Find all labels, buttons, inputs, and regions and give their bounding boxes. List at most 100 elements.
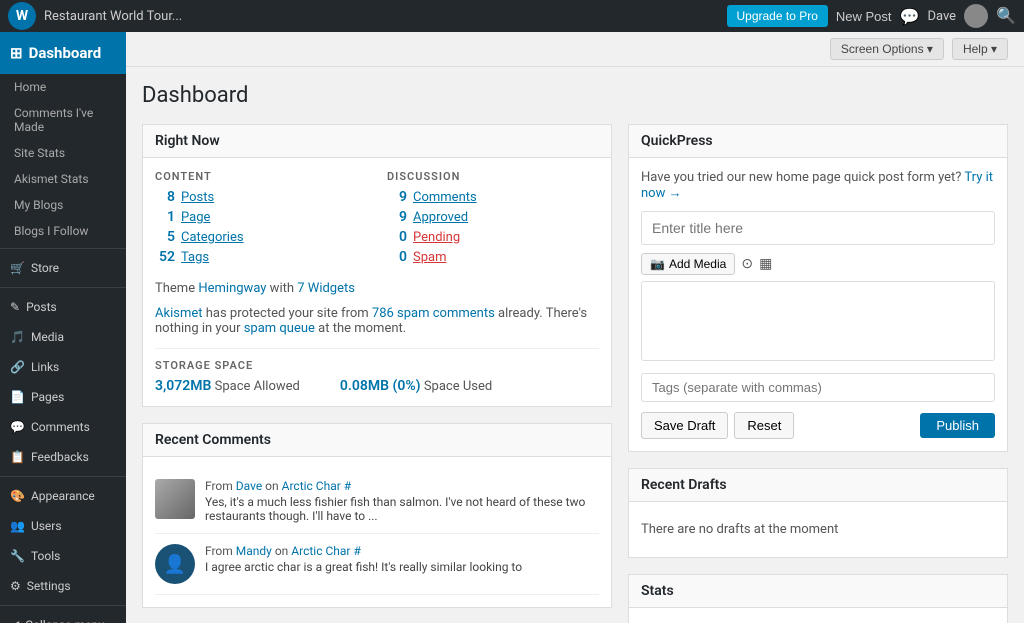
media-icon: 🎵 — [10, 330, 25, 344]
comments-link[interactable]: Comments — [413, 190, 477, 205]
sidebar-item-posts[interactable]: ✎ Posts — [0, 292, 126, 322]
recent-comments-header: Recent Comments — [143, 424, 611, 457]
tags-link[interactable]: Tags — [181, 250, 209, 265]
publish-button[interactable]: Publish — [920, 413, 995, 438]
stats-widget: Stats No stats are available for this ti… — [628, 574, 1008, 623]
quickpress-title-input[interactable] — [641, 211, 995, 245]
sidebar-item-appearance[interactable]: 🎨 Appearance — [0, 481, 126, 511]
sidebar-item-store[interactable]: 🛒 Store — [0, 253, 126, 283]
site-name: Restaurant World Tour... — [44, 9, 727, 24]
comments-icon: 💬 — [10, 420, 25, 434]
sidebar-item-comments-made[interactable]: Comments I've Made — [0, 100, 126, 140]
pending-link[interactable]: Pending — [413, 230, 460, 245]
tags-count: 52 — [155, 249, 175, 265]
categories-item: 5 Categories — [155, 229, 367, 245]
spam-item: 0 Spam — [387, 249, 599, 265]
new-post-button[interactable]: New Post — [836, 9, 892, 24]
layout: ⊞ Dashboard Home Comments I've Made Site… — [0, 32, 1024, 623]
sidebar-divider-4 — [0, 605, 126, 606]
sidebar-divider-3 — [0, 476, 126, 477]
storage-used: 0.08MB (0%) — [340, 378, 421, 394]
qp-format-icon-1[interactable]: ⊙ — [741, 256, 753, 272]
storage-used-label: Space Used — [424, 379, 492, 394]
spam-link[interactable]: Spam — [413, 250, 447, 265]
spam-count: 0 — [387, 249, 407, 265]
sidebar-item-comments[interactable]: 💬 Comments — [0, 412, 126, 442]
sidebar-item-users[interactable]: 👥 Users — [0, 511, 126, 541]
quickpress-body: Have you tried our new home page quick p… — [629, 158, 1007, 451]
posts-item: 8 Posts — [155, 189, 367, 205]
store-label: Store — [31, 261, 59, 275]
feedbacks-icon: 📋 — [10, 450, 25, 464]
approved-link[interactable]: Approved — [413, 210, 468, 225]
recent-drafts-body: There are no drafts at the moment — [629, 502, 1007, 557]
quickpress-widget: QuickPress Have you tried our new home p… — [628, 124, 1008, 452]
pages-icon: 📄 — [10, 390, 25, 404]
collapse-icon: ◀ — [10, 618, 19, 623]
comment-content-1: From Dave on Arctic Char # Yes, it's a m… — [205, 479, 599, 523]
user-name: Dave — [927, 9, 956, 24]
quickpress-intro: Have you tried our new home page quick p… — [641, 170, 995, 201]
appearance-label: Appearance — [31, 489, 95, 503]
add-media-button[interactable]: 📷 Add Media — [641, 253, 735, 275]
storage-allowed-value: 3,072MB Space Allowed — [155, 378, 300, 394]
posts-link[interactable]: Posts — [181, 190, 214, 205]
comment-text-1: Yes, it's a much less fishier fish than … — [205, 495, 599, 523]
right-now-columns: CONTENT 8 Posts 1 Page — [155, 170, 599, 269]
quickpress-tags-input[interactable] — [641, 373, 995, 402]
reset-button[interactable]: Reset — [734, 412, 794, 439]
add-media-icon: 📷 — [650, 257, 665, 271]
quickpress-content-area[interactable] — [641, 281, 995, 361]
sidebar-item-akismet-stats[interactable]: Akismet Stats — [0, 166, 126, 192]
dashboard-header[interactable]: ⊞ Dashboard — [0, 32, 126, 74]
content-area: Dashboard Right Now CONTENT 8 — [126, 67, 1024, 623]
search-icon[interactable]: 🔍 — [996, 6, 1016, 26]
main-area: Screen Options ▾ Help ▾ Dashboard Right … — [126, 32, 1024, 623]
screen-options-button[interactable]: Screen Options ▾ — [830, 38, 944, 60]
right-now-discussion-col: DISCUSSION 9 Comments 9 Approved — [387, 170, 599, 269]
storage-section: STORAGE SPACE 3,072MB Space Allowed 0.08… — [155, 348, 599, 394]
help-button[interactable]: Help ▾ — [952, 38, 1008, 60]
quickpress-toolbar: 📷 Add Media ⊙ ▦ — [641, 253, 995, 275]
sidebar-item-pages[interactable]: 📄 Pages — [0, 382, 126, 412]
upgrade-button[interactable]: Upgrade to Pro — [727, 5, 828, 27]
right-now-content-col: CONTENT 8 Posts 1 Page — [155, 170, 367, 269]
sidebar-item-home[interactable]: Home — [0, 74, 126, 100]
sidebar-item-site-stats[interactable]: Site Stats — [0, 140, 126, 166]
tools-icon: 🔧 — [10, 549, 25, 563]
comment-item-1: From Dave on Arctic Char # Yes, it's a m… — [155, 469, 599, 534]
users-icon: 👥 — [10, 519, 25, 533]
sidebar-item-tools[interactable]: 🔧 Tools — [0, 541, 126, 571]
dashboard-label: Dashboard — [29, 44, 102, 62]
comment-meta-2: From Mandy on Arctic Char # — [205, 544, 522, 558]
storage-values: 3,072MB Space Allowed 0.08MB (0%) Space … — [155, 378, 599, 394]
posts-count: 8 — [155, 189, 175, 205]
sidebar-item-feedbacks[interactable]: 📋 Feedbacks — [0, 442, 126, 472]
pages-link[interactable]: Page — [181, 210, 210, 225]
left-column: Right Now CONTENT 8 Posts — [142, 124, 612, 623]
comment-avatar-2: 👤 — [155, 544, 195, 584]
posts-icon: ✎ — [10, 300, 20, 314]
approved-item: 9 Approved — [387, 209, 599, 225]
sidebar-item-collapse[interactable]: ◀ Collapse menu — [0, 610, 126, 623]
recent-comments-body: From Dave on Arctic Char # Yes, it's a m… — [143, 457, 611, 607]
tags-item: 52 Tags — [155, 249, 367, 265]
quickpress-header: QuickPress — [629, 125, 1007, 158]
pending-item: 0 Pending — [387, 229, 599, 245]
stats-header: Stats — [629, 575, 1007, 608]
dashboard-icon: ⊞ — [10, 44, 23, 62]
theme-line: Theme Hemingway with 7 Widgets — [155, 281, 599, 296]
sidebar-item-blogs-follow[interactable]: Blogs I Follow — [0, 218, 126, 244]
sidebar-item-my-blogs[interactable]: My Blogs — [0, 192, 126, 218]
comment-meta-1: From Dave on Arctic Char # — [205, 479, 599, 493]
qp-format-icon-2[interactable]: ▦ — [759, 256, 772, 272]
comments-count: 9 — [387, 189, 407, 205]
sidebar-divider-2 — [0, 287, 126, 288]
categories-link[interactable]: Categories — [181, 230, 244, 245]
sidebar-item-links[interactable]: 🔗 Links — [0, 352, 126, 382]
right-column: QuickPress Have you tried our new home p… — [628, 124, 1008, 623]
sidebar-item-settings[interactable]: ⚙ Settings — [0, 571, 126, 601]
sidebar-item-media[interactable]: 🎵 Media — [0, 322, 126, 352]
save-draft-button[interactable]: Save Draft — [641, 412, 728, 439]
recent-comments-widget: Recent Comments From Dave on Arctic Char… — [142, 423, 612, 608]
